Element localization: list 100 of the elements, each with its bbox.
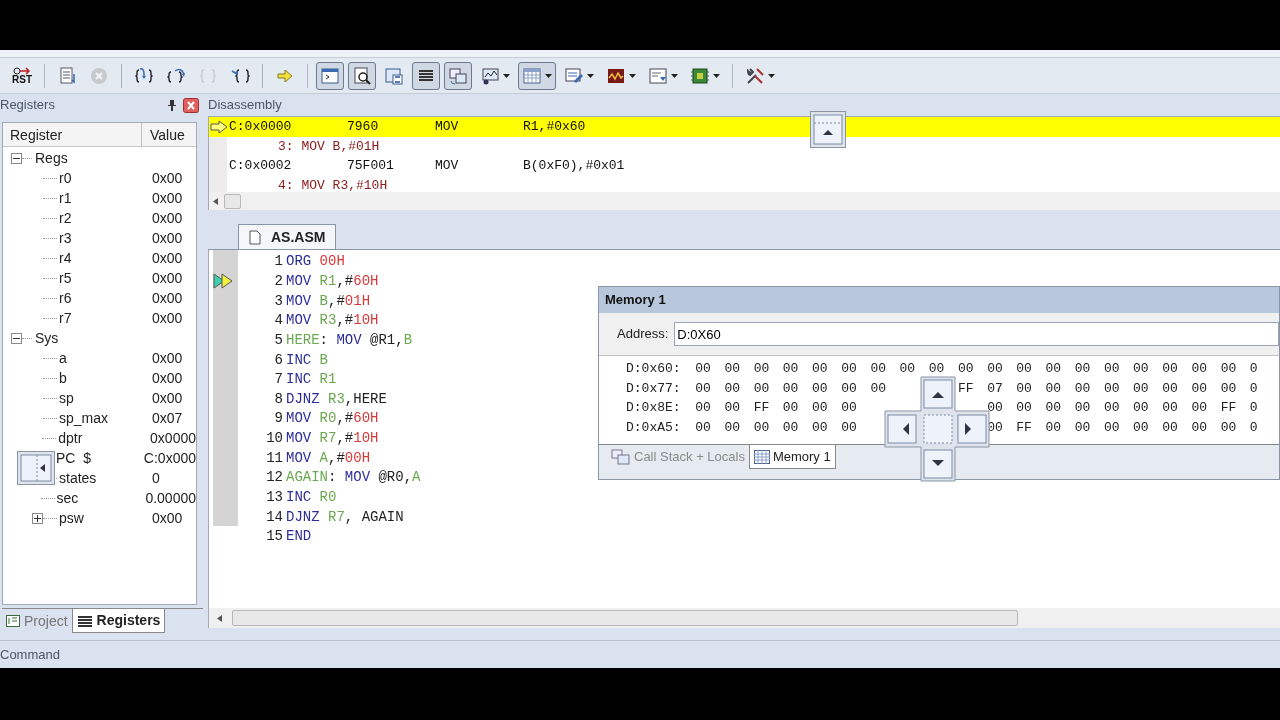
collapse-icon[interactable]: [11, 332, 22, 344]
memory-byte: 00: [1074, 360, 1092, 379]
line-number: 4: [273, 311, 284, 331]
register-value: 0x00: [152, 188, 183, 208]
window-tab[interactable]: Memory 1: [748, 445, 836, 469]
source-line: 3: MOV B,#01H: [277, 137, 380, 156]
memory-byte: 00: [812, 399, 829, 418]
memory-byte: 00: [841, 418, 858, 437]
code-line: INC R1: [286, 370, 337, 390]
register-name: r5: [59, 268, 73, 288]
line-number: 15: [265, 527, 284, 547]
register-name: sp: [59, 388, 75, 408]
register-name: b: [59, 368, 68, 388]
line-number: 3: [273, 291, 284, 311]
code-line: MOV R3,#10H: [286, 311, 379, 331]
scrollbar-thumb[interactable]: [224, 193, 241, 209]
memory-address: D:0xA5:: [625, 418, 682, 437]
column-header[interactable]: Value: [142, 123, 185, 146]
register-value: 0x00: [152, 508, 183, 528]
register-name: r1: [59, 188, 73, 208]
register-name: dptr: [58, 428, 84, 448]
disassembly-text: R1,#0x60: [523, 118, 586, 136]
panel-tab[interactable]: Registers: [71, 609, 166, 633]
title-bar[interactable]: Memory 1: [599, 287, 1279, 313]
register-name: sp_max: [59, 408, 110, 428]
memory-address: D:0x8E:: [625, 399, 682, 418]
code-line: MOV R7,#10H: [286, 429, 379, 449]
memory-byte: 00: [1045, 360, 1063, 379]
arrow-icon: [210, 119, 228, 134]
file-tab[interactable]: AS.ASM: [238, 224, 337, 249]
scroll-left-icon[interactable]: [213, 197, 218, 205]
register-value: 0x00: [152, 288, 183, 308]
code-line: MOV A,#00H: [286, 448, 371, 468]
line-number: 6: [273, 350, 284, 370]
memory-byte: 00: [841, 379, 858, 398]
code-line: INC R0: [286, 488, 337, 507]
memory-byte: 00: [928, 360, 946, 379]
memory-byte: 00: [987, 360, 1004, 379]
memory-byte: 00: [1074, 418, 1092, 437]
line-number: 5: [273, 330, 284, 350]
panel-title: Disassembly: [208, 96, 282, 115]
project-icon: [6, 615, 20, 627]
code-line: DJNZ R3,HERE: [286, 389, 387, 409]
register-value: 0x00: [152, 208, 183, 228]
memory-byte: 00: [987, 399, 1004, 418]
collapse-icon[interactable]: [11, 152, 22, 164]
register-value: 0x00: [152, 368, 183, 388]
column-header[interactable]: Register: [3, 123, 142, 146]
line-number: 1: [273, 252, 284, 272]
caret-icon: [671, 73, 678, 78]
memory-byte: 00: [1162, 379, 1179, 398]
memory-byte: 00: [695, 399, 712, 418]
tree-item[interactable]: Sys: [35, 327, 59, 349]
register-value: 0x07: [152, 408, 183, 428]
memory-byte: 00: [1191, 418, 1209, 437]
code-line: MOV R0,#60H: [286, 409, 379, 429]
code-line: AGAIN: MOV @R0,A: [286, 468, 421, 488]
toolbar-button[interactable]: RST: [8, 61, 36, 90]
memory-byte: 00: [1045, 418, 1063, 437]
register-name: psw: [59, 508, 85, 528]
dock-guide-icon[interactable]: [810, 111, 846, 148]
scrollbar-thumb[interactable]: [232, 610, 1018, 626]
address-field[interactable]: D:0X60: [674, 322, 1279, 346]
memory-byte: FF: [1016, 418, 1033, 437]
register-name: states: [59, 468, 98, 488]
memory-byte: 00: [1162, 399, 1179, 418]
dock-guide-icon[interactable]: [17, 451, 55, 485]
code-line: HERE: MOV @R1,B: [286, 330, 413, 350]
disassembly-text: B(0xF0),#0x01: [523, 157, 625, 175]
memory-byte: 00: [724, 399, 742, 418]
memory-byte: 0: [1249, 418, 1259, 437]
windows-icon: [611, 449, 631, 465]
memory-byte: 00: [1103, 360, 1121, 379]
memory-byte: 00: [1220, 360, 1238, 379]
memory-byte: 00: [870, 360, 887, 379]
code-line: MOV B,#01H: [286, 291, 371, 311]
register-value: 0x00: [152, 248, 183, 268]
memory-byte: 00: [782, 379, 800, 398]
memory-byte: 00: [1191, 360, 1209, 379]
memory-byte: 00: [1133, 399, 1150, 418]
caret-icon: [503, 73, 510, 78]
line-number: 14: [265, 507, 284, 527]
line-number: 2: [273, 271, 284, 291]
line-number: 9: [273, 409, 284, 429]
memory-byte: 00: [1045, 399, 1063, 418]
dock-guide-icon[interactable]: [884, 376, 990, 482]
panel-tab[interactable]: Project: [2, 609, 72, 633]
expand-icon[interactable]: [32, 512, 43, 524]
scroll-left-icon[interactable]: [217, 614, 222, 622]
tree-item[interactable]: Regs: [35, 147, 68, 169]
disassembly-text: 7960: [347, 118, 380, 136]
memory-byte: 00: [1103, 418, 1121, 437]
pin-icon[interactable]: [167, 99, 177, 111]
register-value: 0x00: [152, 228, 183, 248]
close-icon[interactable]: [183, 97, 199, 113]
line-number: 10: [265, 429, 284, 449]
memory-byte: 00: [1016, 399, 1033, 418]
caret-icon: [587, 73, 594, 78]
line-number: 13: [265, 488, 284, 507]
caret-icon: [713, 73, 720, 78]
